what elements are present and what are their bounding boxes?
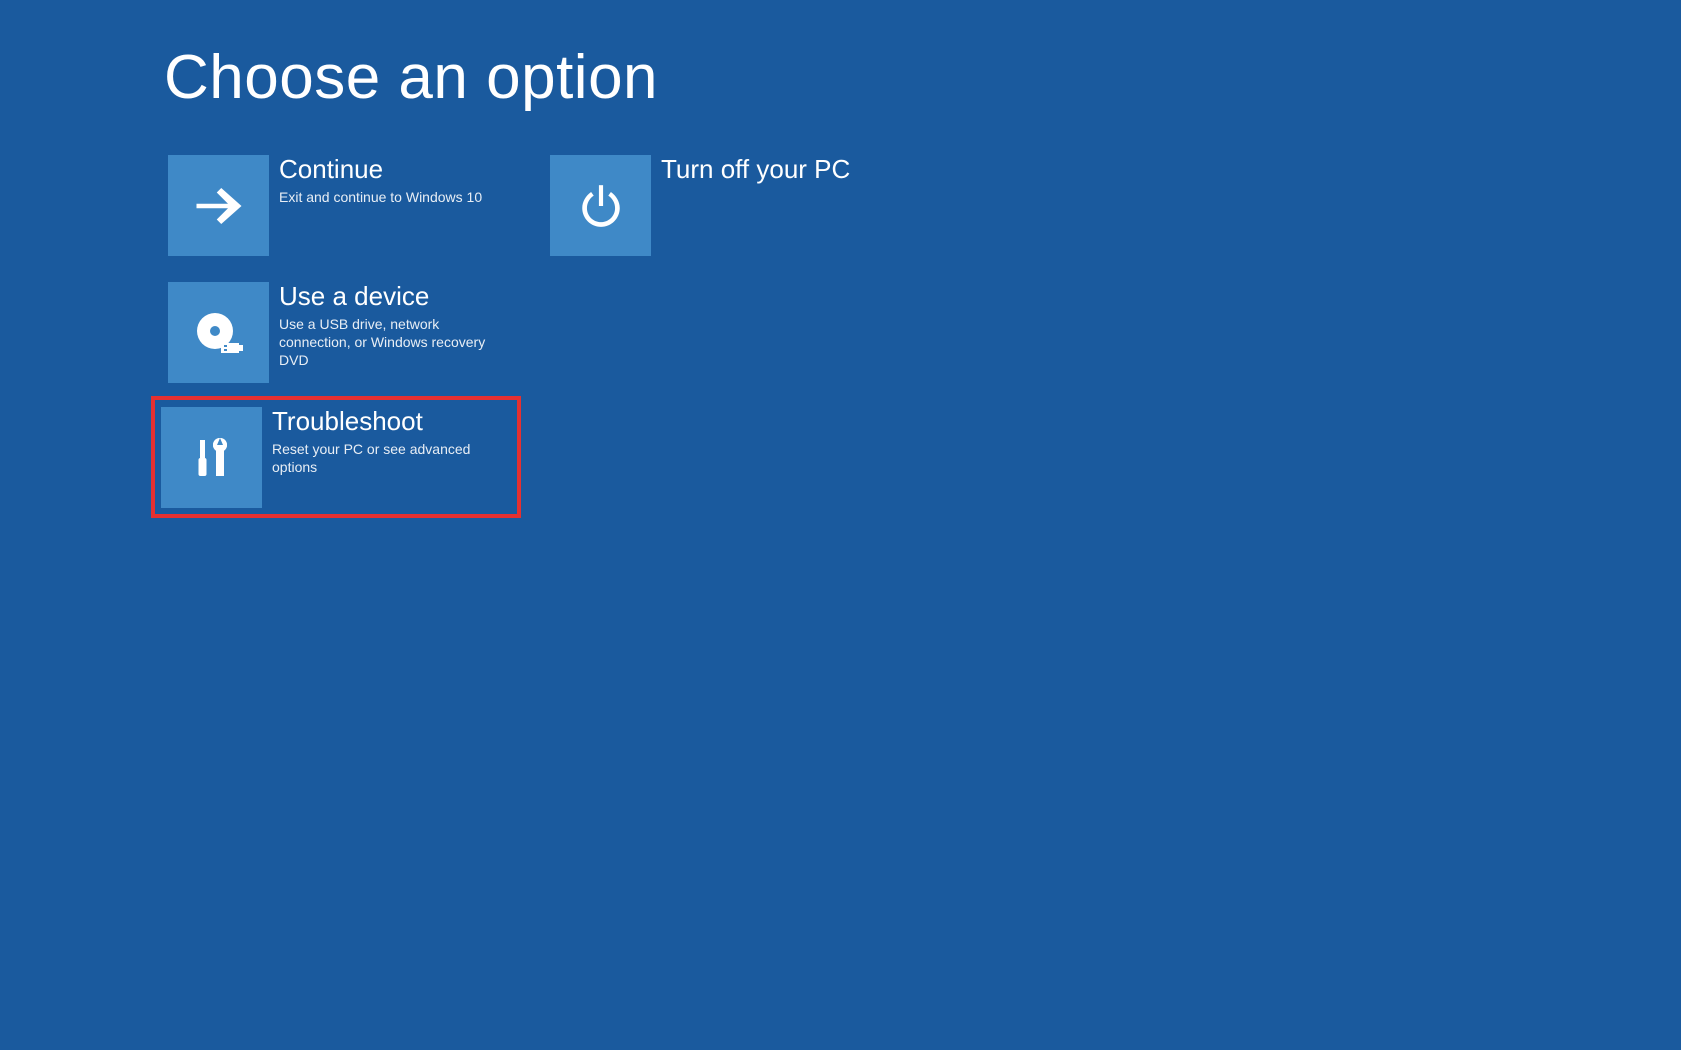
troubleshoot-title: Troubleshoot [272,407,507,436]
troubleshoot-text: Troubleshoot Reset your PC or see advanc… [262,407,507,507]
power-icon [550,155,651,256]
page-title: Choose an option [164,42,1681,113]
tools-icon [161,407,262,508]
usedevice-description: Use a USB drive, network connection, or … [279,315,512,370]
troubleshoot-option[interactable]: Troubleshoot Reset your PC or see advanc… [151,396,521,518]
turnoff-option[interactable]: Turn off your PC [546,151,898,252]
turnoff-title: Turn off your PC [661,155,850,184]
continue-description: Exit and continue to Windows 10 [279,188,482,206]
continue-title: Continue [279,155,482,184]
usb-disc-icon [168,282,269,383]
usedevice-option[interactable]: Use a device Use a USB drive, network co… [164,278,516,379]
arrow-right-icon [168,155,269,256]
usedevice-text: Use a device Use a USB drive, network co… [269,282,512,375]
turnoff-text: Turn off your PC [651,155,850,248]
options-row-2: Use a device Use a USB drive, network co… [164,278,1681,379]
recovery-options-screen: Choose an option Continue Exit and conti… [0,0,1681,518]
continue-text: Continue Exit and continue to Windows 10 [269,155,482,248]
options-row-1: Continue Exit and continue to Windows 10… [164,151,1681,252]
usedevice-title: Use a device [279,282,512,311]
options-row-3: Troubleshoot Reset your PC or see advanc… [151,396,1681,518]
troubleshoot-description: Reset your PC or see advanced options [272,440,507,476]
continue-option[interactable]: Continue Exit and continue to Windows 10 [164,151,516,252]
options-grid: Continue Exit and continue to Windows 10… [164,151,1681,518]
